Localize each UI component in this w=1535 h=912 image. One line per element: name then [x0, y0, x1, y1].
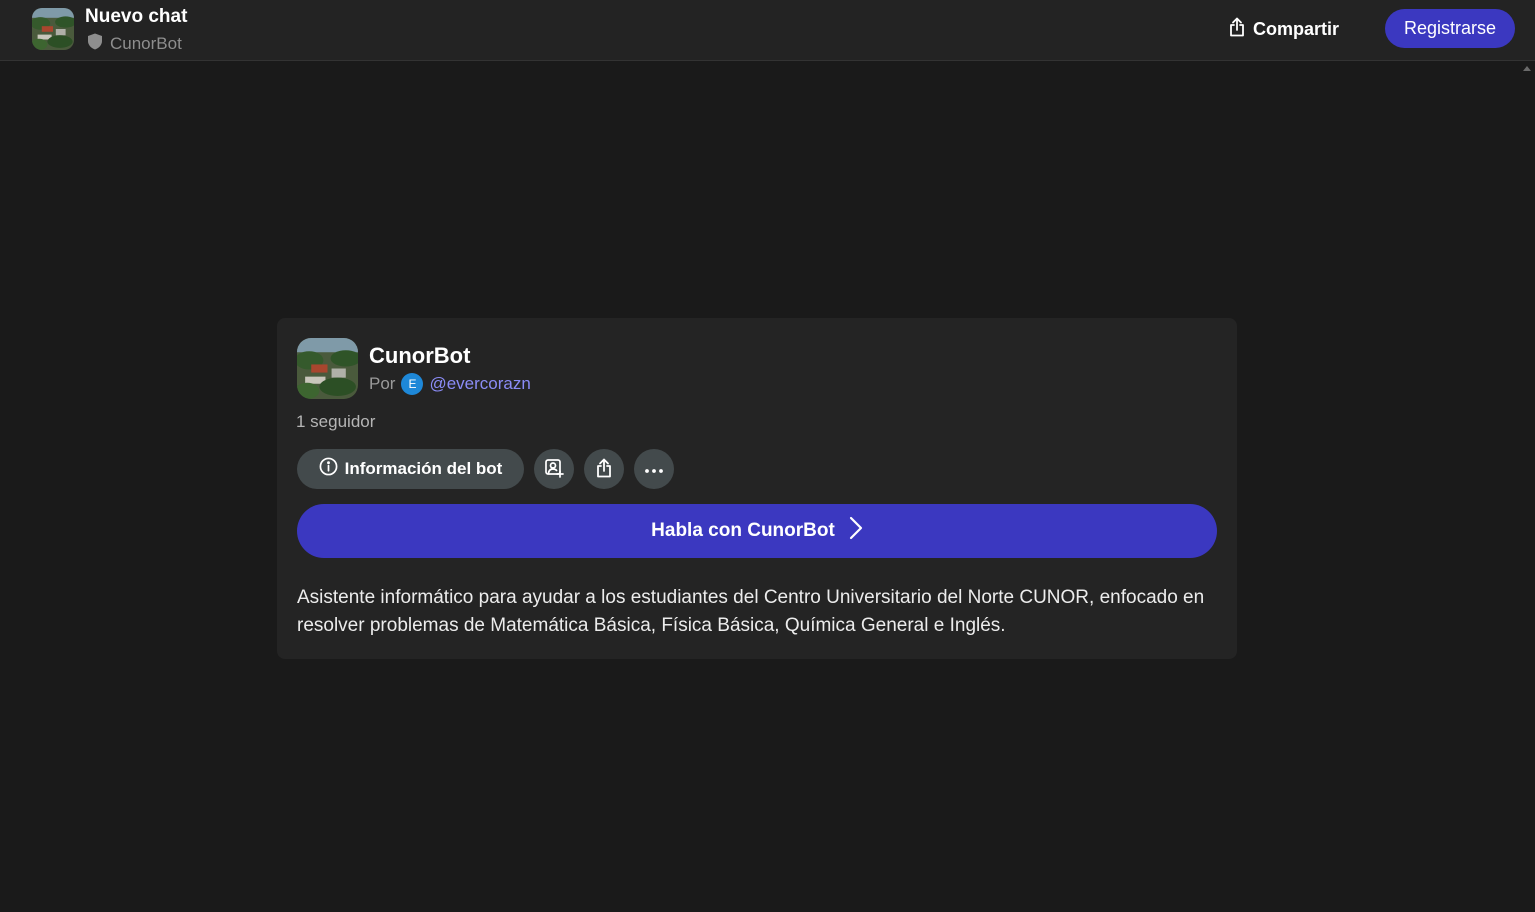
share-bot-button[interactable]: [584, 449, 624, 489]
bot-info-label: Información del bot: [344, 459, 503, 478]
bot-info-card: CunorBot Por E @evercorazn 1 seguidor In…: [277, 318, 1237, 659]
creator-link[interactable]: @evercorazn: [429, 374, 530, 394]
info-icon: [319, 457, 338, 481]
share-button[interactable]: Compartir: [1220, 12, 1347, 46]
talk-to-bot-label: Habla con CunorBot: [651, 520, 835, 541]
shield-icon: [87, 33, 103, 55]
chat-title: Nuevo chat: [85, 6, 188, 27]
bot-actions: Información del bot: [297, 449, 674, 489]
share-icon: [1228, 17, 1246, 42]
creator-avatar[interactable]: E: [401, 373, 424, 395]
follow-button[interactable]: [534, 449, 574, 489]
app-header: Nuevo chat CunorBot Compartir Registrars…: [0, 0, 1535, 61]
register-button[interactable]: Registrarse: [1385, 9, 1515, 48]
by-label: Por: [369, 374, 396, 393]
bot-avatar: [297, 338, 358, 399]
bot-subtitle: CunorBot: [87, 33, 182, 55]
talk-to-bot-button[interactable]: Habla con CunorBot: [297, 504, 1217, 558]
user-add-icon: [544, 458, 564, 481]
bot-name: CunorBot: [369, 343, 471, 368]
share-label: Compartir: [1253, 18, 1340, 39]
bot-avatar-small[interactable]: [32, 8, 74, 50]
chevron-right-icon: [849, 516, 863, 546]
bot-subtitle-name: CunorBot: [110, 34, 182, 53]
more-options-button[interactable]: [634, 449, 674, 489]
more-horizontal-icon: [644, 462, 664, 477]
creator-row: Por E @evercorazn: [369, 373, 531, 395]
bot-info-button[interactable]: Información del bot: [297, 449, 524, 489]
share-icon: [595, 458, 613, 481]
bot-description: Asistente informático para ayudar a los …: [297, 587, 1205, 636]
scrollbar-up-arrow[interactable]: [1523, 66, 1531, 71]
followers-count: 1 seguidor: [296, 412, 376, 431]
